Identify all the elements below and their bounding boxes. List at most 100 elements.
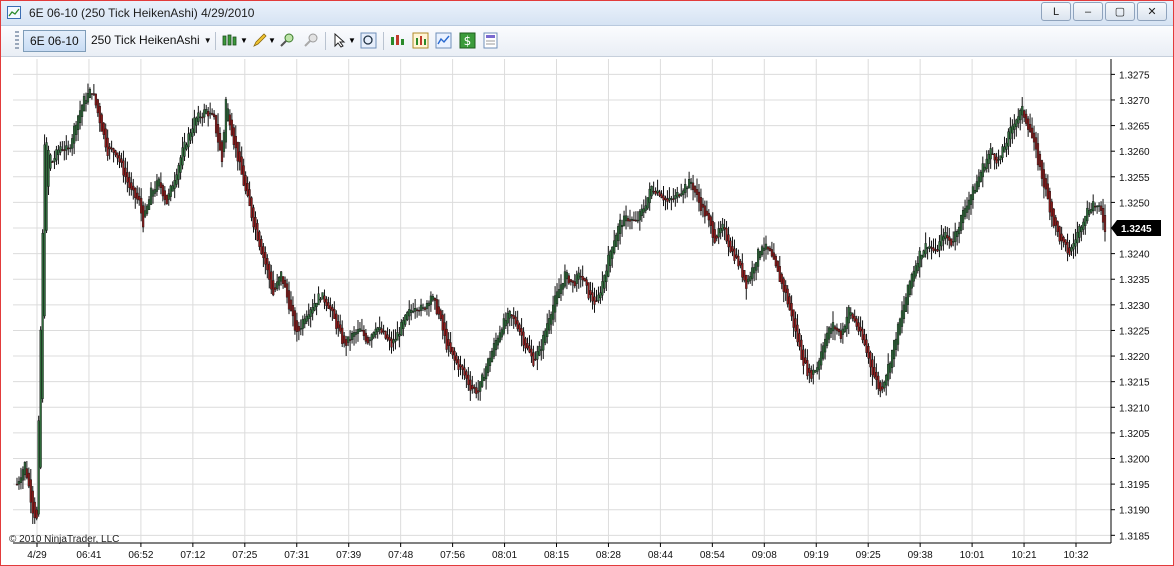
candle-down bbox=[1027, 118, 1030, 130]
candle-up bbox=[914, 265, 917, 277]
price-chart[interactable]: 1.3275 1.3270 1.3265 1.3260 1.3255 1.3250 1.32… bbox=[1, 57, 1173, 565]
candle-down bbox=[589, 290, 592, 295]
candle-up bbox=[500, 329, 503, 338]
candle-up bbox=[199, 116, 202, 119]
candle-down bbox=[731, 246, 734, 252]
title-bar[interactable]: 6E 06-10 (250 Tick HeikenAshi) 4/29/2010… bbox=[1, 1, 1173, 26]
candle-down bbox=[110, 147, 113, 150]
candle-up bbox=[548, 318, 551, 331]
candle-up bbox=[421, 307, 425, 309]
candle-up bbox=[479, 381, 482, 392]
candle-up bbox=[483, 376, 486, 381]
chevron-down-icon[interactable]: ▼ bbox=[240, 36, 248, 45]
zoom-out-icon[interactable] bbox=[303, 32, 320, 49]
candle-up bbox=[17, 481, 21, 485]
candle-down bbox=[360, 329, 364, 332]
candle-up bbox=[53, 158, 56, 162]
y-tick-label: 1.3195 bbox=[1119, 480, 1150, 491]
candle-up bbox=[400, 321, 403, 336]
properties-icon[interactable] bbox=[482, 32, 499, 49]
minimize-button[interactable]: – bbox=[1073, 2, 1103, 21]
candle-up bbox=[1086, 207, 1089, 222]
candle-up bbox=[1076, 231, 1079, 244]
candle-up bbox=[924, 243, 927, 255]
candle-up bbox=[967, 199, 971, 210]
magnifier-icon[interactable] bbox=[360, 32, 377, 49]
candle-down bbox=[325, 298, 328, 306]
candle-down bbox=[417, 310, 421, 312]
candle-down bbox=[218, 133, 222, 151]
candle-down bbox=[628, 219, 632, 222]
close-button[interactable]: ✕ bbox=[1137, 2, 1167, 21]
instrument-label: 6E 06-10 bbox=[30, 34, 79, 48]
candle-down bbox=[244, 175, 247, 192]
candle-down bbox=[116, 152, 119, 159]
candle-down bbox=[211, 113, 214, 115]
candle-down bbox=[1099, 205, 1103, 211]
candle-down bbox=[1030, 127, 1034, 139]
drawing-tool-icon[interactable] bbox=[251, 32, 268, 49]
candle-down bbox=[327, 302, 330, 309]
candle-down bbox=[526, 343, 529, 349]
chevron-down-icon[interactable]: ▼ bbox=[268, 36, 276, 45]
candle-down bbox=[106, 137, 109, 156]
candle-down bbox=[784, 285, 787, 293]
candle-up bbox=[485, 366, 488, 380]
indicators-icon[interactable] bbox=[389, 32, 406, 49]
candle-up bbox=[169, 185, 172, 197]
candle-down bbox=[993, 153, 996, 161]
candle-down bbox=[256, 223, 259, 241]
candle-down bbox=[774, 255, 777, 267]
candle-up bbox=[630, 218, 634, 221]
y-tick-label: 1.3250 bbox=[1119, 198, 1150, 209]
candle-down bbox=[112, 148, 115, 153]
candle-up bbox=[183, 141, 186, 157]
candle-up bbox=[41, 232, 44, 399]
candle-down bbox=[522, 331, 525, 346]
instrument-selector[interactable]: 6E 06-10 bbox=[23, 30, 86, 52]
candle-up bbox=[544, 330, 547, 343]
strategies-icon[interactable] bbox=[412, 32, 429, 49]
candle-down bbox=[514, 316, 517, 325]
candle-down bbox=[130, 182, 133, 190]
candle-up bbox=[412, 310, 415, 313]
toolbar-grip[interactable] bbox=[15, 31, 19, 51]
candle-up bbox=[686, 187, 689, 190]
candle-down bbox=[163, 190, 166, 200]
candle-up bbox=[565, 272, 569, 280]
candle-down bbox=[1062, 237, 1065, 243]
candle-down bbox=[798, 333, 801, 347]
candle-down bbox=[634, 219, 637, 222]
candle-down bbox=[343, 335, 346, 344]
chevron-down-icon[interactable]: ▼ bbox=[348, 36, 356, 45]
cursor-icon[interactable] bbox=[332, 32, 349, 49]
candle-up bbox=[617, 226, 620, 242]
interval-selector[interactable]: 250 Tick HeikenAshi ▼ bbox=[91, 31, 212, 49]
zoom-in-icon[interactable] bbox=[279, 32, 296, 49]
link-button[interactable]: L bbox=[1041, 2, 1071, 21]
bar-type-icon[interactable] bbox=[221, 32, 238, 49]
candle-up bbox=[755, 262, 758, 271]
candle-down bbox=[520, 328, 523, 336]
candle-up bbox=[354, 332, 358, 335]
y-tick-label: 1.3270 bbox=[1119, 96, 1150, 107]
candle-down bbox=[220, 141, 224, 162]
candle-up bbox=[1019, 109, 1022, 121]
candle-up bbox=[829, 328, 833, 334]
maximize-button[interactable]: ▢ bbox=[1105, 2, 1135, 21]
candle-down bbox=[837, 329, 841, 333]
candle-up bbox=[605, 270, 608, 283]
candle-up bbox=[303, 318, 306, 325]
candle-down bbox=[729, 240, 732, 253]
candle-down bbox=[260, 239, 263, 254]
candle-down bbox=[857, 322, 860, 332]
dollar-icon[interactable]: $ bbox=[459, 32, 476, 49]
candle-up bbox=[812, 369, 815, 375]
candle-down bbox=[461, 365, 464, 370]
candle-up bbox=[1070, 246, 1073, 252]
candle-up bbox=[419, 304, 423, 311]
candle-down bbox=[240, 156, 243, 175]
candlestick-chart[interactable]: 1.3275 1.3270 1.3265 1.3260 1.3255 1.3250 1.32… bbox=[1, 57, 1173, 565]
chart-style-icon[interactable] bbox=[435, 32, 452, 49]
candle-up bbox=[185, 144, 188, 150]
